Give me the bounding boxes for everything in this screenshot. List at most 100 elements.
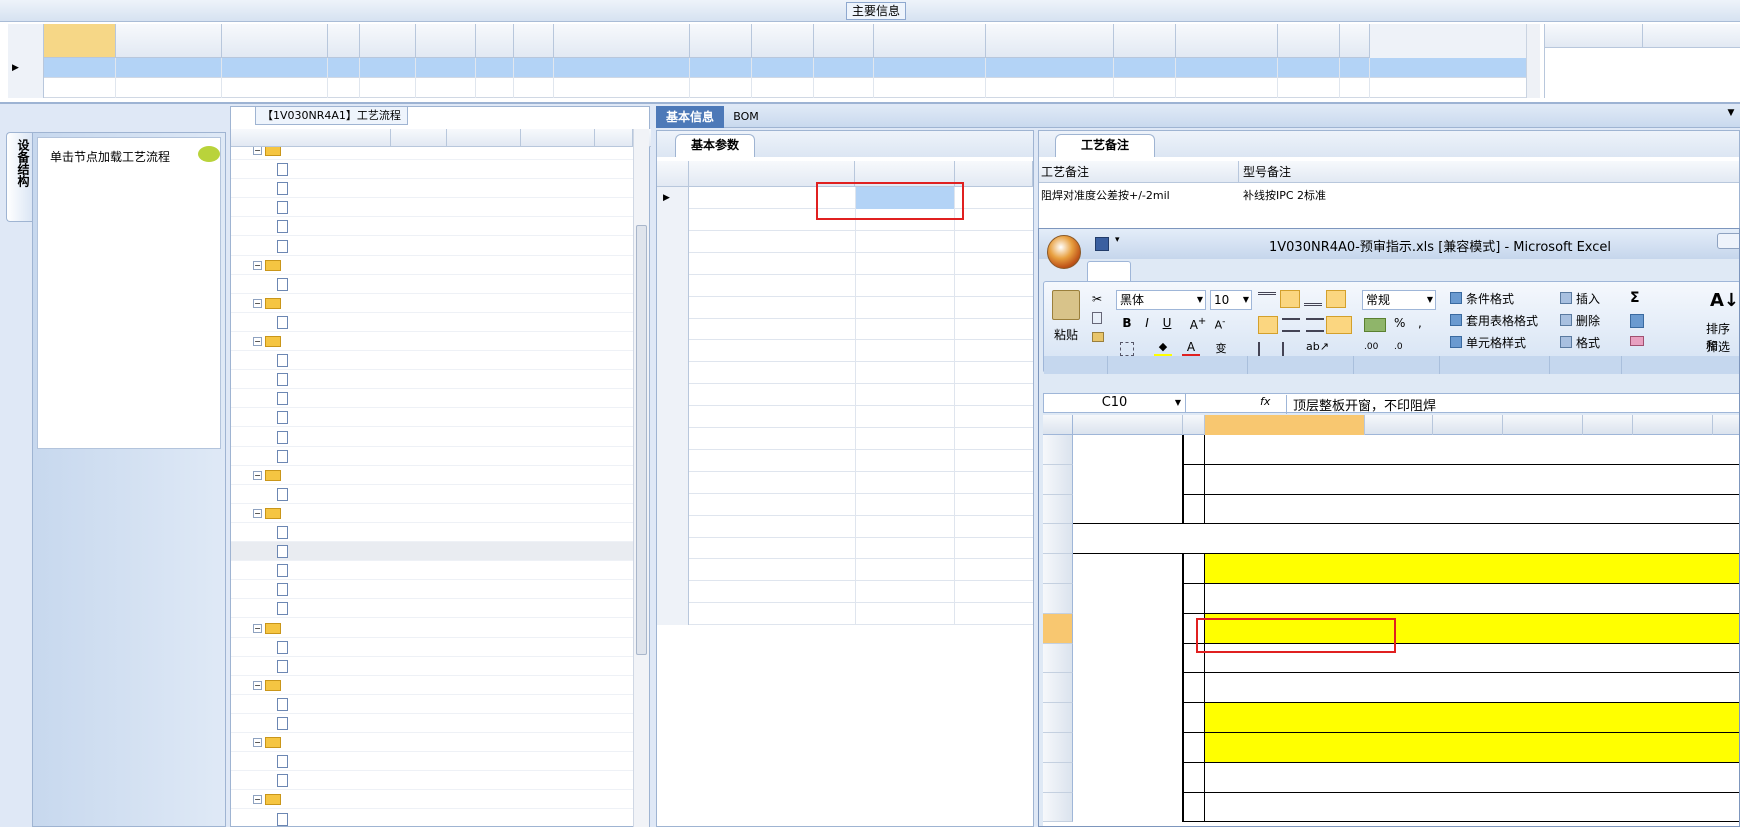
ribbon-tab[interactable] — [1087, 261, 1131, 281]
params-row[interactable] — [657, 318, 1033, 341]
main-grid-cell[interactable] — [554, 78, 690, 98]
flow-col-header[interactable] — [447, 129, 521, 147]
underline-button[interactable]: U — [1158, 316, 1176, 334]
main-grid-col-header[interactable] — [416, 24, 476, 58]
ribbon-tab[interactable] — [1281, 261, 1333, 281]
flow-step-cell[interactable] — [277, 275, 292, 294]
flow-step-cell[interactable] — [277, 217, 292, 236]
merged-grid-col-header[interactable] — [1545, 24, 1643, 48]
flow-row[interactable] — [231, 160, 633, 180]
flow-row[interactable] — [231, 599, 633, 619]
params-row[interactable] — [657, 296, 1033, 319]
main-grid-cell[interactable] — [416, 58, 476, 78]
minimize-button[interactable] — [1717, 233, 1739, 249]
flow-step-cell[interactable] — [277, 313, 292, 332]
main-grid-cell[interactable] — [814, 78, 874, 98]
flow-row[interactable] — [231, 695, 633, 714]
param-value[interactable] — [855, 340, 955, 363]
main-grid-col-header[interactable] — [752, 24, 814, 58]
main-grid-cell[interactable] — [360, 58, 416, 78]
insert-cells-icon[interactable] — [1560, 292, 1572, 304]
item-number-cell[interactable] — [1183, 464, 1205, 495]
conditional-format-button[interactable]: 条件格式 — [1466, 290, 1514, 307]
params-row[interactable] — [657, 537, 1033, 560]
indent-decrease-icon[interactable] — [1258, 342, 1276, 356]
main-grid-cell[interactable] — [328, 78, 360, 98]
format-painter-icon[interactable] — [1092, 332, 1104, 342]
flow-col-header[interactable] — [231, 129, 391, 147]
remarks-value-process[interactable]: 阻焊对准度公差按+/-2mil — [1041, 187, 1237, 203]
main-grid-cell[interactable] — [1114, 58, 1176, 78]
flow-step-cell[interactable] — [277, 599, 292, 618]
tab-process-remarks[interactable]: 工艺备注 — [1055, 134, 1155, 157]
param-value[interactable] — [855, 318, 955, 341]
paste-button[interactable]: 粘贴 — [1054, 326, 1078, 343]
main-grid-cell[interactable] — [1176, 58, 1278, 78]
column-header[interactable] — [1503, 415, 1583, 435]
main-info-title[interactable]: 主要信息 — [846, 2, 906, 20]
flow-row[interactable]: − — [231, 466, 633, 485]
params-row[interactable] — [657, 230, 1033, 253]
main-grid-col-header[interactable] — [1340, 24, 1370, 58]
main-grid-cell[interactable] — [1278, 58, 1340, 78]
bold-button[interactable]: B — [1118, 316, 1136, 334]
main-grid-cell[interactable] — [554, 58, 690, 78]
main-grid-row[interactable]: ▶ — [8, 58, 1528, 78]
format-cells-button[interactable]: 格式 — [1576, 334, 1600, 351]
filter-button[interactable]: 筛选 — [1706, 338, 1730, 355]
flow-row[interactable]: − — [231, 504, 633, 523]
fill-icon[interactable] — [1630, 314, 1644, 328]
align-right-button[interactable] — [1306, 318, 1324, 332]
params-row[interactable] — [657, 406, 1033, 428]
flow-step-cell[interactable] — [277, 160, 292, 179]
flow-step-cell[interactable] — [277, 561, 292, 580]
params-row[interactable] — [657, 362, 1033, 385]
conditional-format-icon[interactable] — [1450, 292, 1462, 304]
flow-step-cell[interactable]: − — [253, 790, 285, 809]
flow-row[interactable]: − — [231, 733, 633, 753]
main-grid-cell[interactable] — [690, 58, 752, 78]
fx-icon[interactable]: fx — [1260, 395, 1270, 408]
main-grid-cell[interactable] — [514, 78, 554, 98]
copy-icon[interactable] — [1092, 312, 1102, 324]
item-text-cell[interactable] — [1205, 584, 1739, 614]
flow-step-cell[interactable] — [277, 428, 292, 447]
item-number-cell[interactable] — [1183, 435, 1205, 465]
param-value[interactable] — [855, 384, 955, 407]
flow-row[interactable] — [231, 198, 633, 218]
flow-scrollbar[interactable] — [633, 129, 649, 827]
ribbon-tab[interactable] — [1459, 261, 1509, 281]
comma-button[interactable]: , — [1418, 316, 1422, 330]
main-grid-cell[interactable] — [328, 58, 360, 78]
params-row[interactable] — [657, 493, 1033, 516]
row-header[interactable] — [1043, 792, 1073, 823]
param-value[interactable] — [855, 515, 955, 538]
param-value[interactable] — [855, 603, 955, 626]
cell-style-button[interactable]: 单元格样式 — [1466, 334, 1526, 351]
name-box[interactable]: C10 ▼ — [1044, 394, 1186, 412]
params-row[interactable] — [657, 449, 1033, 472]
flow-row[interactable] — [231, 752, 633, 772]
params-row[interactable] — [657, 340, 1033, 363]
column-header[interactable] — [1205, 415, 1365, 435]
row-header[interactable] — [1043, 673, 1073, 704]
flow-step-cell[interactable] — [277, 752, 292, 771]
indent-increase-icon[interactable] — [1282, 342, 1300, 356]
main-grid-cell[interactable] — [116, 58, 222, 78]
main-grid-cell[interactable] — [986, 58, 1114, 78]
main-grid-cell[interactable] — [44, 78, 116, 98]
row-header[interactable] — [1043, 554, 1073, 584]
main-grid-col-header[interactable] — [1278, 24, 1340, 58]
main-grid-scrollbar[interactable] — [1526, 24, 1540, 98]
main-grid-cell[interactable] — [1278, 78, 1340, 98]
flow-row[interactable] — [231, 389, 633, 409]
flow-row[interactable] — [231, 638, 633, 657]
collapse-icon[interactable]: − — [253, 470, 262, 480]
collapse-arrow-icon[interactable]: ▼ — [1726, 108, 1736, 118]
params-row[interactable] — [657, 252, 1033, 275]
tab-basic-info[interactable]: 基本信息 — [656, 106, 724, 128]
main-grid-cell[interactable] — [416, 78, 476, 98]
flow-col-header[interactable] — [521, 129, 595, 147]
main-grid-col-header[interactable] — [1176, 24, 1278, 58]
ribbon-tab[interactable] — [1199, 261, 1273, 281]
